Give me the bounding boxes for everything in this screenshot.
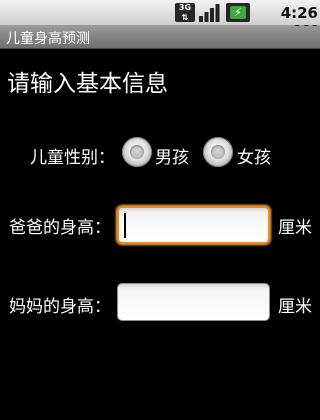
- radio-girl-label[interactable]: 女孩: [237, 143, 271, 168]
- signal-strength-icon: [199, 4, 220, 22]
- form-heading: 请输入基本信息: [7, 71, 168, 97]
- mother-height-input[interactable]: [117, 283, 270, 321]
- mother-height-unit: 厘米: [278, 297, 312, 317]
- father-height-input[interactable]: [117, 206, 270, 244]
- text-cursor: [124, 213, 126, 238]
- app-title: 儿童身高预测: [6, 31, 90, 47]
- radio-boy-label[interactable]: 男孩: [155, 143, 189, 168]
- father-height-unit: 厘米: [278, 218, 312, 238]
- father-height-label: 爸爸的身高：: [9, 218, 111, 238]
- app-title-bar: 儿童身高预测: [0, 26, 320, 49]
- gender-label: 儿童性别：: [30, 148, 115, 168]
- status-bar: 3G⇅ ⚡ 4:26 AM: [0, 0, 320, 40]
- mother-height-label: 妈妈的身高：: [9, 297, 111, 317]
- battery-charging-icon: ⚡: [226, 3, 250, 22]
- radio-boy[interactable]: [122, 137, 152, 167]
- network-3g-icon: 3G ⇅: [175, 3, 195, 22]
- radio-girl[interactable]: [203, 137, 233, 167]
